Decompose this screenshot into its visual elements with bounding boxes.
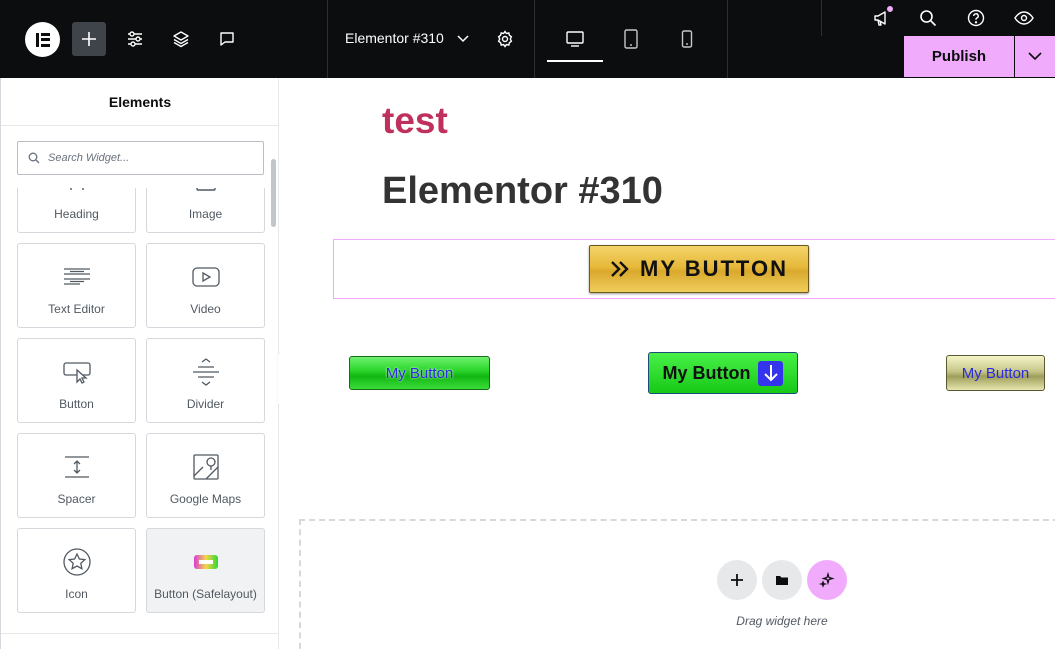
notification-dot — [886, 5, 894, 13]
document-title[interactable]: Elementor #310 — [345, 30, 444, 46]
notes-button[interactable] — [216, 28, 238, 50]
widget-button[interactable]: Button — [17, 338, 136, 423]
widget-label: Icon — [65, 587, 88, 601]
widget-label: Button (Safelayout) — [154, 587, 257, 601]
mobile-icon — [681, 30, 693, 48]
sparkle-icon — [819, 572, 835, 588]
add-template-button[interactable] — [762, 560, 802, 600]
help-icon — [967, 9, 985, 27]
widget-label: Image — [188, 207, 223, 221]
preview-button[interactable] — [1012, 7, 1036, 29]
tablet-view-button[interactable] — [619, 27, 643, 51]
download-button[interactable]: My Button — [648, 352, 798, 394]
drop-zone-text: Drag widget here — [736, 614, 828, 628]
divider-icon — [190, 356, 222, 388]
widget-divider[interactable]: Divider — [146, 338, 265, 423]
widget-label: Google Maps — [169, 492, 242, 506]
widget-google-maps[interactable]: Google Maps — [146, 433, 265, 518]
spacer-icon — [61, 451, 93, 483]
widget-label: Button — [59, 397, 94, 411]
top-bar: Elementor #310 Publish — [0, 0, 1055, 78]
add-section-button[interactable] — [717, 560, 757, 600]
elementor-logo-icon[interactable] — [25, 22, 60, 57]
star-icon — [61, 546, 93, 578]
add-element-button[interactable] — [72, 22, 106, 56]
search-button[interactable] — [917, 7, 939, 29]
widget-icon[interactable]: Icon — [17, 528, 136, 613]
help-button[interactable] — [965, 7, 987, 29]
olive-button[interactable]: My Button — [946, 355, 1045, 391]
elements-panel: Elements Heading Image Text Editor Vid — [0, 78, 279, 649]
widget-grid: Heading Image Text Editor Video Button D… — [1, 188, 279, 635]
search-input[interactable] — [48, 152, 248, 164]
widget-label: Divider — [186, 397, 225, 411]
search-icon — [920, 10, 937, 27]
chevron-down-icon — [1028, 52, 1042, 61]
add-icon — [731, 574, 743, 586]
tablet-icon — [624, 29, 638, 49]
add-icon — [82, 32, 96, 46]
publish-button[interactable]: Publish — [904, 36, 1014, 77]
safelayout-button-icon — [190, 546, 222, 578]
notes-icon — [220, 32, 234, 46]
widget-video[interactable]: Video — [146, 243, 265, 328]
desktop-view-button[interactable] — [561, 27, 589, 51]
double-chevron-right-icon — [611, 261, 629, 277]
active-device-indicator — [547, 60, 603, 62]
video-icon — [190, 261, 222, 293]
desktop-icon — [566, 31, 584, 47]
preview-canvas: test Elementor #310 MY BUTTON My Button … — [280, 78, 1055, 649]
panel-scrollbar[interactable] — [271, 159, 276, 227]
site-settings-icon — [128, 31, 142, 47]
structure-icon — [173, 31, 189, 48]
text-editor-icon — [61, 261, 93, 293]
widget-text-editor[interactable]: Text Editor — [17, 243, 136, 328]
divider — [327, 0, 328, 78]
google-maps-icon — [190, 451, 222, 483]
gold-button[interactable]: MY BUTTON — [589, 245, 809, 293]
gear-icon — [497, 30, 513, 48]
heading-icon — [61, 188, 93, 198]
panel-title: Elements — [1, 78, 279, 126]
green-button[interactable]: My Button — [349, 356, 490, 390]
widget-button-safelayout[interactable]: Button (Safelayout) — [146, 528, 265, 613]
folder-icon — [776, 576, 788, 585]
download-button-label: My Button — [662, 362, 751, 383]
search-widget-field[interactable] — [17, 141, 264, 175]
document-menu-button[interactable] — [456, 32, 470, 46]
arrow-down-icon — [758, 360, 784, 386]
divider — [534, 0, 535, 78]
widget-label: Video — [190, 302, 221, 316]
button-icon — [61, 356, 93, 388]
chevron-down-icon — [457, 35, 469, 43]
site-title: test — [382, 100, 448, 141]
mobile-view-button[interactable] — [676, 27, 698, 51]
widget-label: Text Editor — [48, 302, 105, 316]
preview-icon — [1014, 11, 1034, 25]
site-settings-button[interactable] — [124, 28, 146, 50]
divider — [727, 0, 728, 78]
page-settings-button[interactable] — [494, 28, 516, 50]
gold-button-label: MY BUTTON — [640, 256, 788, 281]
widget-heading[interactable]: Heading — [17, 188, 136, 233]
panel-divider — [1, 633, 279, 634]
image-icon — [190, 188, 222, 198]
widget-label: Spacer — [57, 492, 96, 506]
page-heading: Elementor #310 — [382, 170, 663, 212]
drop-zone[interactable] — [299, 519, 1055, 649]
ai-button[interactable] — [807, 560, 847, 600]
widget-image[interactable]: Image — [146, 188, 265, 233]
elementor-editor: Elementor #310 Publish Elements Search W… — [0, 0, 1055, 649]
widget-label: Heading — [54, 207, 99, 221]
search-icon — [28, 152, 40, 164]
structure-button[interactable] — [170, 28, 192, 50]
divider — [821, 0, 822, 36]
widget-spacer[interactable]: Spacer — [17, 433, 136, 518]
publish-options-button[interactable] — [1015, 36, 1055, 77]
